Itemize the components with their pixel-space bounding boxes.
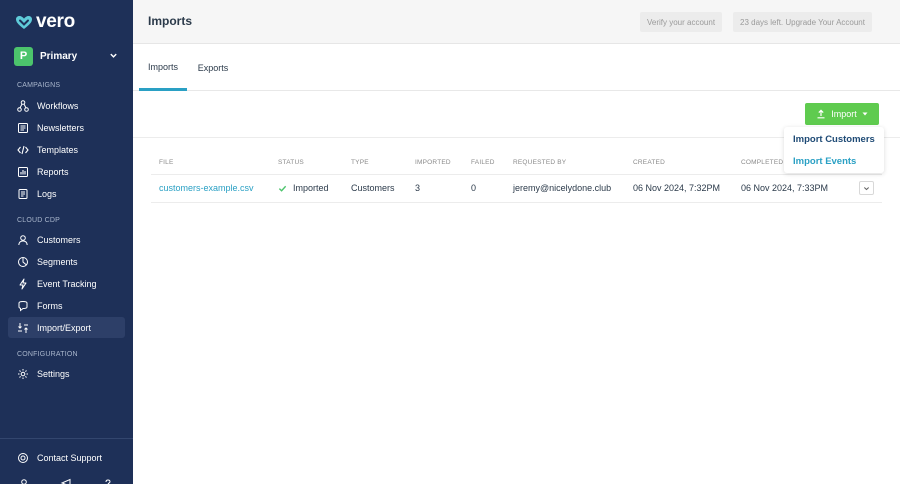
- menu-item-import-customers[interactable]: Import Customers: [793, 134, 875, 145]
- completed-cell: 06 Nov 2024, 7:33PM: [741, 183, 829, 193]
- imported-count: 3: [415, 183, 421, 193]
- caret-down-icon: [862, 112, 868, 116]
- brand-name: vero: [36, 11, 75, 32]
- segments-icon: [17, 256, 29, 268]
- column-header-failed: FAILED: [471, 159, 495, 166]
- newsletters-icon: [17, 122, 29, 134]
- sidebar: vero P Primary CAMPAIGNS Workflows Newsl…: [0, 0, 133, 484]
- page-header: Imports Verify your account 23 days left…: [133, 0, 900, 44]
- sidebar-item-label: Customers: [37, 234, 81, 245]
- sidebar-item-segments[interactable]: Segments: [8, 251, 125, 272]
- sidebar-item-label: Newsletters: [37, 122, 85, 133]
- column-header-status: STATUS: [278, 159, 304, 166]
- chevron-down-icon: [110, 53, 117, 58]
- code-icon: [17, 144, 29, 156]
- section-label-cloud-cdp: CLOUD CDP: [17, 217, 61, 224]
- file-link[interactable]: customers-example.csv: [159, 183, 254, 193]
- vero-logo[interactable]: vero: [15, 11, 75, 33]
- sidebar-item-templates[interactable]: Templates: [8, 139, 125, 160]
- logs-icon: [17, 188, 29, 200]
- sidebar-item-event-tracking[interactable]: Event Tracking: [8, 273, 125, 294]
- sidebar-item-newsletters[interactable]: Newsletters: [8, 117, 125, 138]
- user-icon[interactable]: [18, 478, 30, 484]
- table-divider: [151, 174, 882, 175]
- sidebar-item-label: Logs: [37, 188, 57, 199]
- import-button-label: Import: [831, 109, 857, 119]
- sidebar-item-label: Segments: [37, 256, 78, 267]
- support-icon: [17, 452, 29, 464]
- sidebar-item-label: Workflows: [37, 100, 79, 111]
- upgrade-account-button[interactable]: 23 days left. Upgrade Your Account: [733, 12, 872, 32]
- reports-icon: [17, 166, 29, 178]
- forms-icon: [17, 300, 29, 312]
- import-button[interactable]: Import: [805, 103, 879, 125]
- workspace-badge: P: [14, 46, 33, 66]
- workflows-icon: [17, 99, 29, 112]
- sidebar-item-label: Reports: [37, 166, 69, 177]
- requested-by-cell: jeremy@nicelydone.club: [513, 183, 612, 193]
- sidebar-item-settings[interactable]: Settings: [8, 363, 125, 384]
- column-header-type: TYPE: [351, 159, 369, 166]
- sidebar-item-label: Settings: [37, 368, 70, 379]
- menu-item-import-events[interactable]: Import Events: [793, 156, 856, 167]
- status-cell: Imported: [278, 183, 329, 193]
- chevron-down-icon: [863, 186, 870, 190]
- help-icon[interactable]: [102, 478, 114, 484]
- sidebar-item-workflows[interactable]: Workflows: [8, 95, 125, 116]
- verify-account-button[interactable]: Verify your account: [640, 12, 723, 32]
- tab-exports[interactable]: Exports: [192, 45, 234, 90]
- sidebar-item-forms[interactable]: Forms: [8, 295, 125, 316]
- failed-count: 0: [471, 183, 477, 193]
- upload-icon: [817, 109, 825, 119]
- sidebar-item-label: Event Tracking: [37, 278, 97, 289]
- sidebar-item-customers[interactable]: Customers: [8, 229, 125, 250]
- import-dropdown-menu: Import Customers Import Events: [784, 127, 884, 173]
- lightning-icon: [17, 278, 29, 290]
- page-title: Imports: [148, 14, 193, 28]
- column-header-file: FILE: [159, 159, 174, 166]
- workspace-switcher[interactable]: P Primary: [14, 46, 120, 66]
- sidebar-item-logs[interactable]: Logs: [8, 183, 125, 204]
- sidebar-item-label: Contact Support: [37, 452, 103, 463]
- import-export-icon: [17, 322, 29, 334]
- tab-bar: Imports Exports: [133, 45, 900, 91]
- contact-support-link[interactable]: Contact Support: [8, 447, 125, 468]
- column-header-completed: COMPLETED: [741, 159, 784, 166]
- sidebar-item-label: Import/Export: [37, 322, 92, 333]
- row-expand-button[interactable]: [859, 181, 874, 195]
- created-cell: 06 Nov 2024, 7:32PM: [633, 183, 721, 193]
- section-label-campaigns: CAMPAIGNS: [17, 82, 61, 89]
- tab-imports[interactable]: Imports: [139, 45, 187, 91]
- sidebar-item-label: Templates: [37, 144, 79, 155]
- section-label-configuration: CONFIGURATION: [17, 351, 78, 358]
- table-divider: [151, 202, 882, 203]
- megaphone-icon[interactable]: [60, 478, 72, 484]
- user-icon: [17, 234, 29, 246]
- sidebar-item-import-export[interactable]: Import/Export: [8, 317, 125, 338]
- column-header-created: CREATED: [633, 159, 665, 166]
- status-text: Imported: [293, 183, 329, 193]
- sidebar-divider: [0, 438, 133, 439]
- heart-logo-icon: [16, 15, 32, 29]
- workspace-name: Primary: [40, 50, 78, 62]
- check-icon: [278, 185, 287, 192]
- column-header-requested-by: REQUESTED BY: [513, 159, 567, 166]
- gear-icon: [17, 368, 29, 380]
- type-cell: Customers: [351, 183, 395, 193]
- sidebar-footer-icons: [18, 478, 114, 484]
- sidebar-item-reports[interactable]: Reports: [8, 161, 125, 182]
- sidebar-item-label: Forms: [37, 300, 63, 311]
- column-header-imported: IMPORTED: [415, 159, 451, 166]
